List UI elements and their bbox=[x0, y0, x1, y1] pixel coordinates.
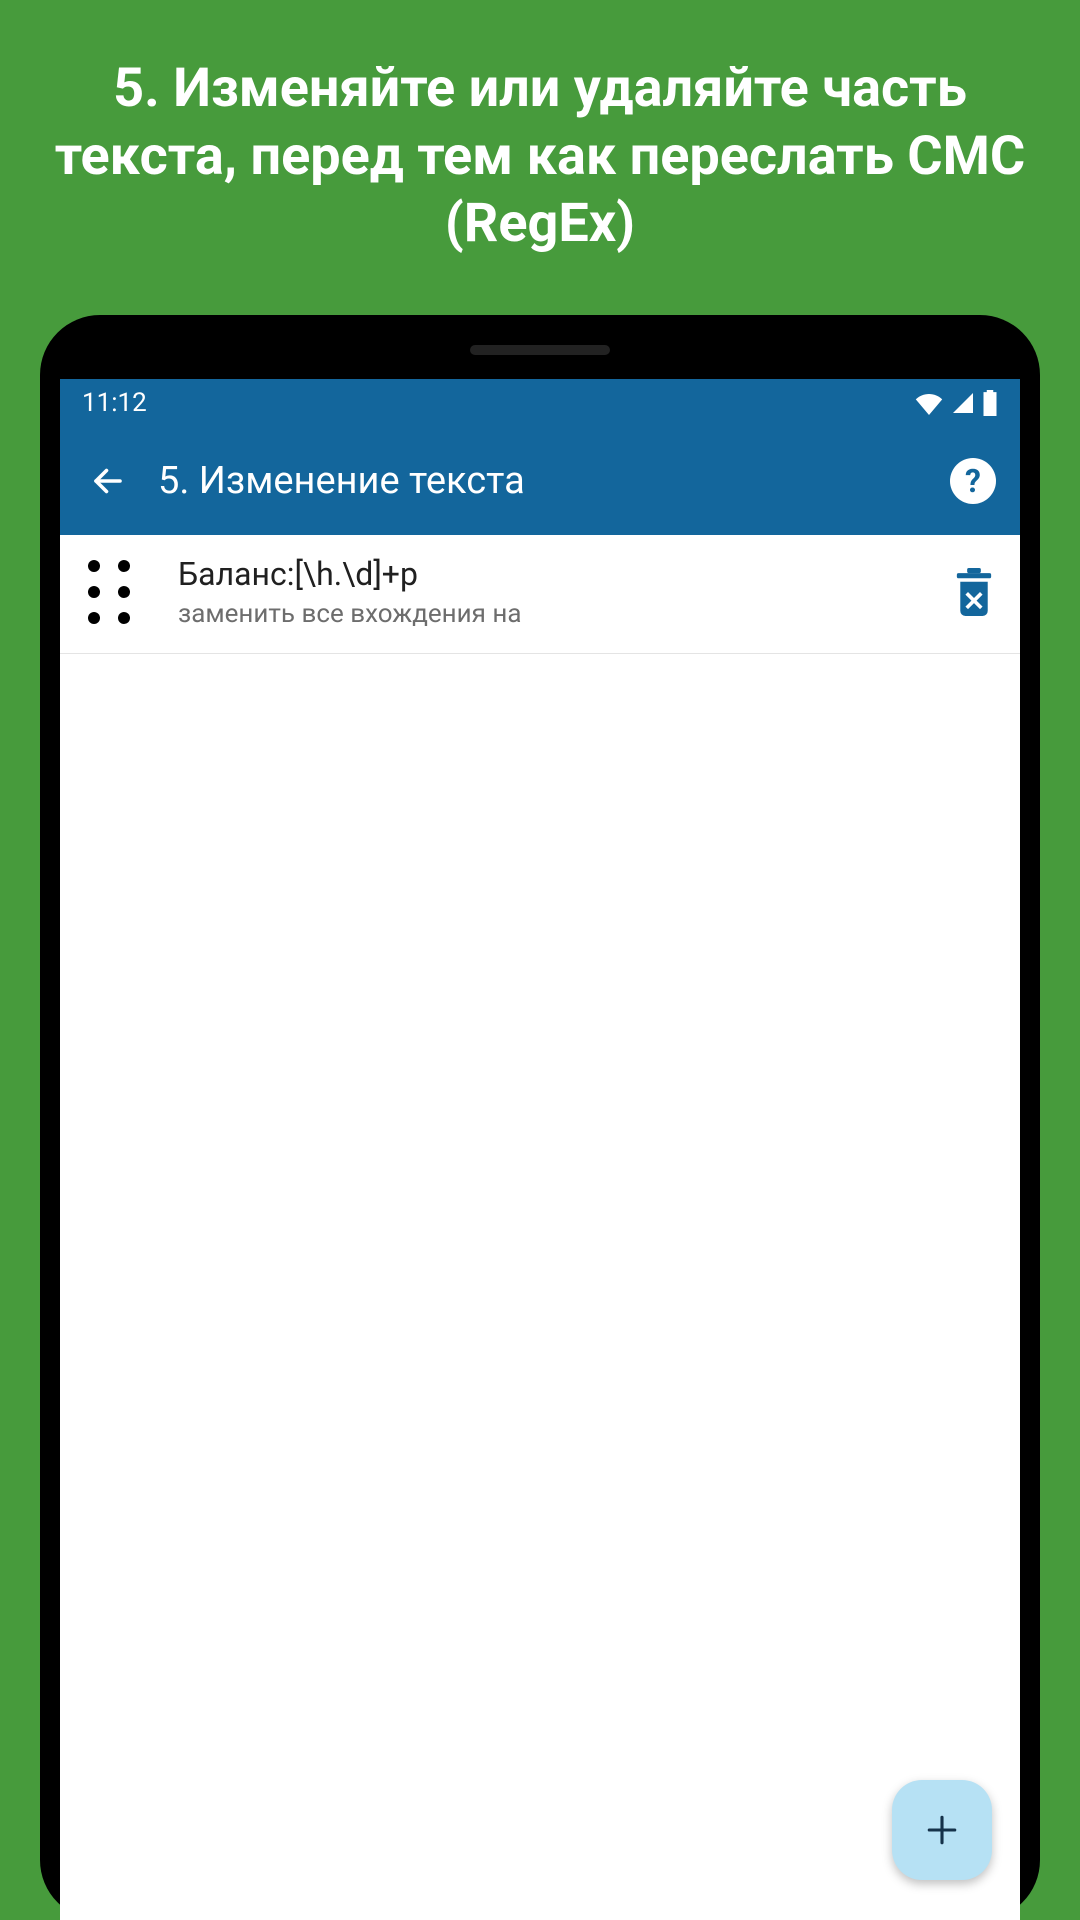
status-bar: 11:12 bbox=[60, 379, 1020, 427]
rule-pattern: Баланс:[\h.\d]+р bbox=[178, 555, 950, 593]
back-button[interactable] bbox=[78, 451, 138, 511]
help-icon: ? bbox=[965, 462, 981, 500]
wifi-icon bbox=[914, 391, 944, 415]
rules-list: Баланс:[\h.\d]+р заменить все вхождения … bbox=[60, 535, 1020, 654]
arrow-left-icon bbox=[90, 463, 126, 499]
status-time: 11:12 bbox=[82, 388, 147, 418]
add-button[interactable] bbox=[892, 1780, 992, 1880]
list-item[interactable]: Баланс:[\h.\d]+р заменить все вхождения … bbox=[60, 535, 1020, 654]
delete-button[interactable] bbox=[950, 568, 998, 616]
help-button[interactable]: ? bbox=[950, 458, 996, 504]
battery-icon bbox=[982, 390, 998, 416]
screen: 11:12 5. Изменение текста ? Бал bbox=[60, 379, 1020, 1920]
rule-description: заменить все вхождения на bbox=[178, 599, 950, 629]
speaker-slot bbox=[470, 345, 610, 355]
app-bar: 5. Изменение текста ? bbox=[60, 427, 1020, 535]
trash-icon bbox=[953, 568, 995, 616]
device-frame: 11:12 5. Изменение текста ? Бал bbox=[40, 315, 1040, 1920]
list-item-text: Баланс:[\h.\d]+р заменить все вхождения … bbox=[178, 555, 950, 629]
cell-signal-icon bbox=[950, 391, 976, 415]
drag-handle-icon[interactable] bbox=[88, 560, 138, 624]
page-title: 5. Изменение текста bbox=[158, 459, 950, 503]
promo-heading: 5. Изменяйте или удаляйте часть текста, … bbox=[0, 0, 1080, 258]
status-icons bbox=[914, 390, 998, 416]
plus-icon bbox=[925, 1813, 959, 1847]
